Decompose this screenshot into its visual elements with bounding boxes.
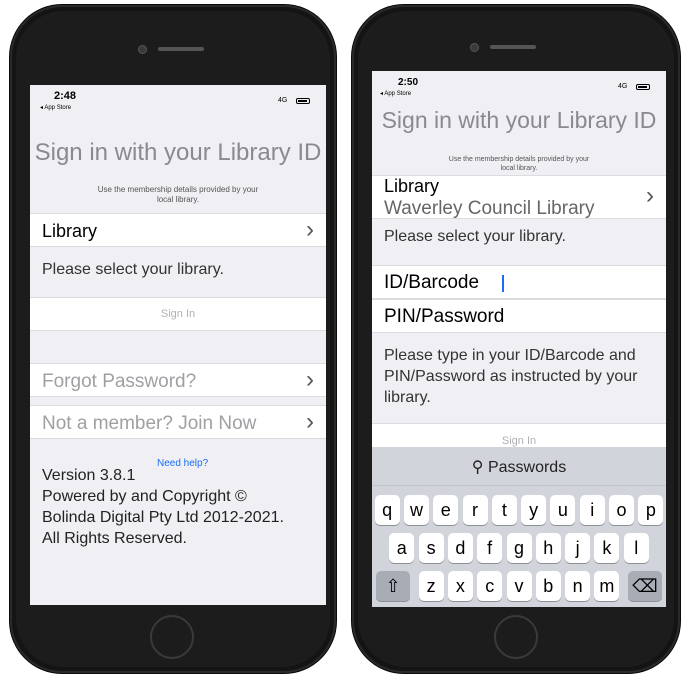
back-to-app-store[interactable]: ◂ App Store: [40, 104, 71, 111]
id-barcode-label: ID/Barcode: [384, 272, 480, 293]
forgot-password-label: Forgot Password?: [42, 371, 197, 392]
copyright-line: Powered by and Copyright ©: [42, 488, 247, 505]
id-barcode-field[interactable]: ID/Barcode: [372, 265, 666, 299]
home-button[interactable]: [150, 615, 194, 659]
home-button[interactable]: [494, 615, 538, 659]
earpiece-speaker: [158, 47, 204, 51]
subtitle-line: Use the membership details provided by y…: [448, 156, 590, 163]
network-indicator: 4G: [618, 83, 628, 90]
subtitle-line: Use the membership details provided by y…: [97, 185, 259, 194]
pin-password-label: PIN/Password: [384, 306, 505, 327]
earpiece-speaker: [490, 45, 536, 49]
key-p[interactable]: p: [638, 495, 664, 525]
key-w[interactable]: w: [403, 495, 429, 525]
key-icon: ⚲: [471, 459, 484, 476]
battery-icon: [636, 84, 650, 90]
network-indicator: 4G: [278, 97, 288, 104]
pin-password-field[interactable]: PIN/Password: [372, 299, 666, 333]
library-label: Library: [42, 221, 98, 241]
key-e[interactable]: e: [433, 495, 459, 525]
key-q[interactable]: q: [374, 495, 400, 525]
passwords-label: Passwords: [487, 459, 567, 476]
library-label: Library: [384, 176, 440, 196]
page-subtitle: Use the membership details provided by y…: [30, 185, 326, 205]
key-z[interactable]: z: [418, 571, 444, 601]
subtitle-line: local library.: [500, 165, 538, 172]
battery-icon: [296, 98, 310, 104]
sign-in-button[interactable]: Sign In: [372, 423, 666, 448]
key-u[interactable]: u: [550, 495, 576, 525]
key-h[interactable]: h: [535, 533, 561, 563]
status-time: 2:48: [54, 90, 77, 102]
key-b[interactable]: b: [535, 571, 561, 601]
sign-in-button[interactable]: Sign In: [30, 297, 326, 331]
left-phone: 2:48 ◂ App Store 4G Sign in with your Li…: [10, 5, 336, 673]
subtitle-line: local library.: [156, 195, 200, 204]
backspace-key-icon[interactable]: ⌫: [628, 571, 662, 601]
status-bar: 2:50 ◂ App Store 4G: [372, 71, 666, 97]
copyright-line: All Rights Reserved.: [42, 530, 187, 547]
key-r[interactable]: r: [462, 495, 488, 525]
key-k[interactable]: k: [594, 533, 620, 563]
key-d[interactable]: d: [447, 533, 473, 563]
chevron-right-icon: ›: [306, 366, 314, 393]
key-i[interactable]: i: [579, 495, 605, 525]
library-hint: Please select your library.: [384, 228, 566, 245]
page-title: Sign in with your Library ID: [381, 107, 657, 133]
library-hint: Please select your library.: [42, 261, 224, 278]
key-a[interactable]: a: [389, 533, 415, 563]
right-phone: 2:50 ◂ App Store 4G Sign in with your Li…: [352, 5, 680, 673]
version-info: Version 3.8.1 Powered by and Copyright ©…: [42, 465, 284, 549]
key-m[interactable]: m: [594, 571, 620, 601]
sign-in-label: Sign In: [501, 435, 537, 447]
library-select-row[interactable]: Library Waverley Council Library ›: [372, 175, 666, 219]
left-screen: 2:48 ◂ App Store 4G Sign in with your Li…: [30, 85, 326, 605]
chevron-right-icon: ›: [646, 182, 654, 209]
sign-in-label: Sign In: [160, 308, 196, 320]
key-l[interactable]: l: [623, 533, 649, 563]
key-x[interactable]: x: [447, 571, 473, 601]
version-label: Version 3.8.1: [42, 467, 136, 484]
key-g[interactable]: g: [506, 533, 532, 563]
status-bar: 2:48 ◂ App Store 4G: [30, 85, 326, 111]
instructions-text: Please type in your ID/Barcode and PIN/P…: [384, 347, 638, 406]
key-o[interactable]: o: [609, 495, 635, 525]
library-select-row[interactable]: Library ›: [30, 213, 326, 247]
key-n[interactable]: n: [565, 571, 591, 601]
join-now-label: Not a member? Join Now: [42, 413, 257, 434]
key-t[interactable]: t: [491, 495, 517, 525]
shift-key-icon[interactable]: ⇧: [376, 571, 410, 601]
chevron-right-icon: ›: [306, 216, 314, 243]
key-j[interactable]: j: [565, 533, 591, 563]
chevron-right-icon: ›: [306, 408, 314, 435]
key-c[interactable]: c: [477, 571, 503, 601]
passwords-button[interactable]: ⚲ Passwords: [372, 457, 666, 477]
right-screen: 2:50 ◂ App Store 4G Sign in with your Li…: [372, 71, 666, 607]
key-y[interactable]: y: [521, 495, 547, 525]
text-cursor: [502, 275, 504, 292]
status-time: 2:50: [398, 77, 419, 88]
copyright-line: Bolinda Digital Pty Ltd 2012-2021.: [42, 509, 284, 526]
join-now-row[interactable]: Not a member? Join Now ›: [30, 405, 326, 439]
forgot-password-row[interactable]: Forgot Password? ›: [30, 363, 326, 397]
key-s[interactable]: s: [418, 533, 444, 563]
on-screen-keyboard: ⚲ Passwords q w e r t y u i o p a s d f g h j k l z x c v b n m ⇧ ⌫: [372, 447, 666, 607]
page-title: Sign in with your Library ID: [34, 139, 322, 166]
passwords-autofill-bar[interactable]: ⚲ Passwords: [372, 447, 666, 486]
key-f[interactable]: f: [477, 533, 503, 563]
back-to-app-store[interactable]: ◂ App Store: [380, 90, 411, 97]
front-camera: [470, 43, 479, 52]
selected-library-value: Waverley Council Library: [384, 198, 595, 219]
page-subtitle: Use the membership details provided by y…: [372, 155, 666, 173]
key-v[interactable]: v: [506, 571, 532, 601]
front-camera: [138, 45, 147, 54]
